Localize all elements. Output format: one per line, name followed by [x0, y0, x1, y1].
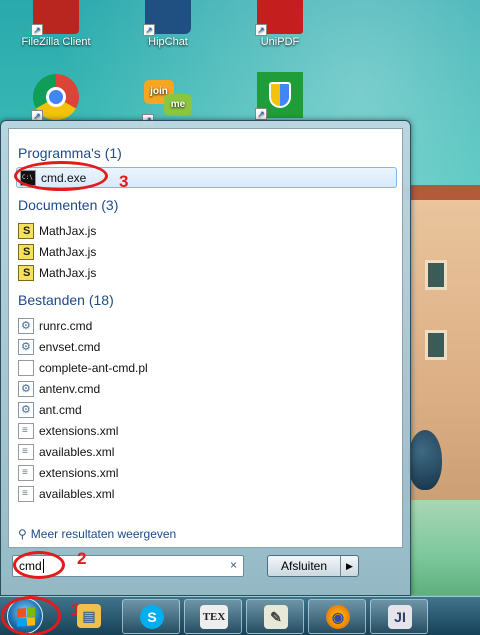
xml-file-icon: [18, 422, 34, 439]
result-item-label: MathJax.js: [39, 265, 97, 280]
start-menu: Programma's (1) cmd.exe Documenten (3) M…: [0, 120, 411, 596]
result-item-mathjax[interactable]: MathJax.js: [18, 220, 96, 241]
result-item-label: antenv.cmd: [39, 381, 101, 396]
tex-editor-icon: TEX: [200, 605, 228, 629]
result-item-mathjax[interactable]: MathJax.js: [18, 262, 96, 283]
more-results-link[interactable]: ⚲ Meer resultaten weergeven: [18, 527, 176, 541]
taskbar: 1 ▤ S TEX ✎ ◉ JI: [0, 596, 480, 635]
js-file-icon: [18, 222, 34, 239]
result-item-label: availables.xml: [39, 486, 115, 501]
firefox-icon: ◉: [326, 605, 350, 629]
xml-file-icon: [18, 485, 34, 502]
result-item-availables[interactable]: availables.xml: [18, 441, 114, 462]
desktop-icon-chrome[interactable]: ↗: [16, 74, 96, 122]
desktop-icon-joinme[interactable]: join me ↗: [128, 80, 208, 126]
chrome-icon: ↗: [31, 74, 79, 122]
js-file-icon: [18, 243, 34, 260]
desktop-icon-filezilla[interactable]: ↗ FileZilla Client: [16, 0, 96, 48]
annotation-circle-search: [13, 551, 65, 579]
result-item-label: complete-ant-cmd.pl: [39, 360, 148, 375]
joinme-me-label: me: [164, 94, 192, 116]
clear-search-icon[interactable]: ×: [230, 558, 237, 572]
result-item-label: availables.xml: [39, 444, 115, 459]
taskbar-intellij-button[interactable]: JI: [370, 599, 428, 634]
more-results-label: Meer resultaten weergeven: [30, 527, 177, 541]
wallpaper-window: [425, 260, 447, 290]
intellij-icon: JI: [388, 605, 412, 629]
shutdown-button[interactable]: Afsluiten: [268, 556, 340, 576]
result-item-label: extensions.xml: [39, 465, 119, 480]
search-results-panel: Programma's (1) cmd.exe Documenten (3) M…: [8, 128, 403, 548]
group-heading-programs[interactable]: Programma's (1): [18, 145, 122, 161]
skype-icon: S: [140, 605, 164, 629]
blank-file-icon: [18, 359, 34, 376]
shutdown-button-group: Afsluiten ▶: [267, 555, 359, 577]
result-item-ant[interactable]: ant.cmd: [18, 399, 82, 420]
desktop-icon-label: HipChat: [148, 36, 188, 48]
result-item-label: extensions.xml: [39, 423, 119, 438]
taskbar-firefox-button[interactable]: ◉: [308, 599, 366, 634]
result-item-label: ant.cmd: [39, 402, 82, 417]
result-item-antenv[interactable]: antenv.cmd: [18, 378, 100, 399]
result-item-label: envset.cmd: [39, 339, 101, 354]
wallpaper-window: [425, 330, 447, 360]
search-icon: ⚲: [18, 527, 27, 541]
cmd-script-icon: [18, 317, 34, 334]
result-item-availables[interactable]: availables.xml: [18, 483, 114, 504]
result-item-mathjax[interactable]: MathJax.js: [18, 241, 96, 262]
unipdf-icon: ↗: [255, 0, 303, 36]
group-heading-files[interactable]: Bestanden (18): [18, 292, 114, 308]
cmd-script-icon: [18, 380, 34, 397]
filezilla-icon: ↗: [31, 0, 79, 36]
result-item-complete-ant[interactable]: complete-ant-cmd.pl: [18, 357, 148, 378]
result-item-extensions[interactable]: extensions.xml: [18, 462, 118, 483]
cmd-script-icon: [18, 401, 34, 418]
group-heading-documents[interactable]: Documenten (3): [18, 197, 118, 213]
xml-file-icon: [18, 464, 34, 481]
annotation-step-2: 2: [77, 549, 87, 568]
result-item-runrc[interactable]: runrc.cmd: [18, 315, 92, 336]
desktop-icon-unipdf[interactable]: ↗ UniPDF: [240, 0, 320, 48]
result-item-label: runrc.cmd: [39, 318, 93, 333]
security-shield-icon: ↗: [255, 72, 303, 120]
joinme-icon: join me ↗: [142, 80, 192, 126]
xml-file-icon: [18, 443, 34, 460]
result-item-label: MathJax.js: [39, 244, 97, 259]
shutdown-options-arrow-icon[interactable]: ▶: [340, 556, 358, 576]
js-file-icon: [18, 264, 34, 281]
result-item-label: MathJax.js: [39, 223, 97, 238]
desktop-icon-security[interactable]: ↗: [240, 72, 320, 120]
wallpaper-vase: [408, 430, 442, 490]
annotation-step-3: 3: [119, 172, 129, 191]
desktop-icon-label: UniPDF: [260, 36, 300, 48]
taskbar-skype-button[interactable]: S: [122, 599, 180, 634]
desktop-icon-hipchat[interactable]: ↗ HipChat: [128, 0, 208, 48]
result-item-envset[interactable]: envset.cmd: [18, 336, 100, 357]
result-item-extensions[interactable]: extensions.xml: [18, 420, 118, 441]
notepad-icon: ✎: [264, 605, 288, 629]
file-explorer-icon: ▤: [77, 604, 101, 628]
taskbar-notepad-button[interactable]: ✎: [246, 599, 304, 634]
annotation-circle-start: [1, 596, 61, 635]
cmd-script-icon: [18, 338, 34, 355]
hipchat-icon: ↗: [143, 0, 191, 36]
taskbar-tex-button[interactable]: TEX: [184, 599, 242, 634]
taskbar-explorer-button[interactable]: ▤: [60, 599, 118, 634]
annotation-circle-cmd: [14, 161, 108, 191]
desktop-icon-label: FileZilla Client: [21, 36, 91, 48]
